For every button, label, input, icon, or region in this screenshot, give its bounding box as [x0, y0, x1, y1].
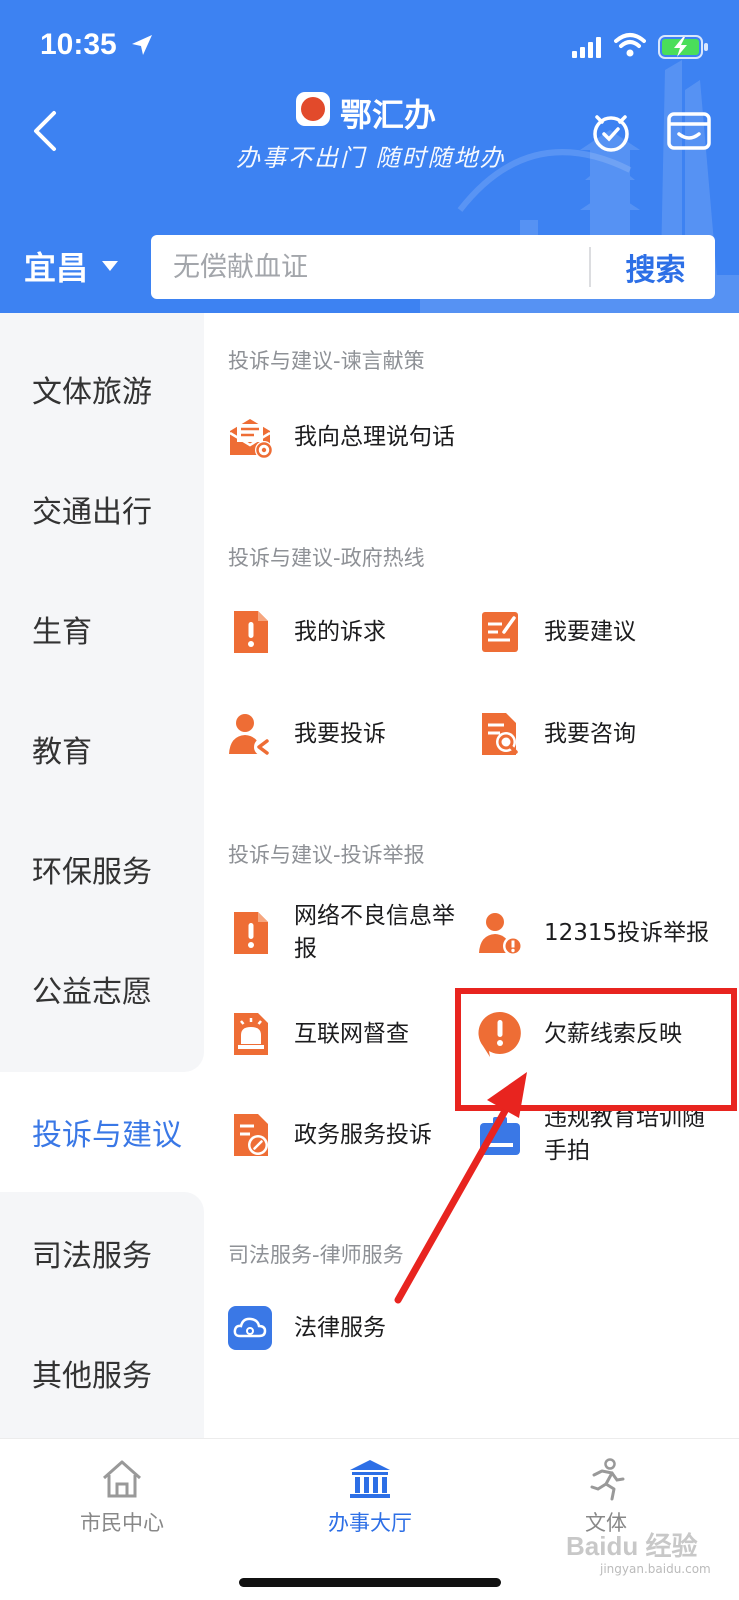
service-label: 我要建议 — [544, 618, 636, 645]
section-title: 投诉与建议-政府热线 — [228, 546, 425, 570]
hall-icon — [350, 1460, 390, 1498]
section-title: 投诉与建议-投诉举报 — [228, 843, 425, 867]
doc-search-icon — [482, 713, 518, 755]
sidebar-item-other[interactable]: 其他服务 — [0, 1312, 204, 1434]
tab-citizen-center[interactable]: 市民中心 — [42, 1457, 202, 1547]
card-wallet-button[interactable] — [666, 110, 712, 152]
battery-charging-icon — [658, 35, 708, 59]
logo-badge-icon — [296, 92, 330, 126]
runner-icon — [590, 1458, 625, 1501]
service-label: 互联网督查 — [294, 1020, 409, 1047]
section-title: 投诉与建议-谏言献策 — [228, 349, 425, 373]
service-label: 我向总理说句话 — [294, 423, 455, 450]
location-arrow-icon — [132, 35, 152, 55]
service-gov-service-complaint[interactable]: 政务服务投诉 — [204, 1095, 454, 1175]
service-label: 12315投诉举报 — [544, 919, 710, 946]
sidebar-item-culture-tourism[interactable]: 文体旅游 — [0, 328, 204, 450]
sidebar-item-volunteer[interactable]: 公益志愿 — [0, 928, 204, 1050]
doc-alarm-icon — [234, 1013, 268, 1055]
sidebar-item-environment[interactable]: 环保服务 — [0, 808, 204, 930]
wifi-icon — [614, 33, 646, 57]
watermark-url: jingyan.baidu.com — [600, 1562, 711, 1576]
service-my-suggestion[interactable]: 我要建议 — [454, 592, 704, 672]
doc-alert-icon — [234, 912, 268, 954]
search-divider — [589, 247, 591, 287]
service-talk-to-premier[interactable]: 我向总理说句话 — [204, 397, 704, 477]
search-bar: 搜索 — [151, 235, 715, 299]
tab-label: 市民中心 — [80, 1511, 164, 1535]
service-label: 政务服务投诉 — [294, 1121, 432, 1148]
person-complaint-icon — [229, 714, 272, 756]
search-button[interactable]: 搜索 — [596, 235, 715, 299]
search-input[interactable] — [173, 247, 563, 287]
app-name: 鄂汇办 — [340, 96, 437, 134]
watermark: Baidu 经验 — [566, 1531, 698, 1561]
status-bar: 10:35 — [0, 0, 739, 90]
service-label: 网络不良信息举报 — [294, 903, 455, 962]
doc-pen-icon — [234, 1114, 268, 1156]
service-bad-info-report[interactable]: 网络不良信息举报 — [204, 893, 455, 973]
home-icon — [103, 1460, 141, 1498]
city-selector[interactable]: 宜昌 — [24, 243, 119, 289]
service-list: 投诉与建议-谏言献策 我向总理说句话 投诉与建议-政府热线 我的诉求 我要建议 … — [204, 313, 739, 1438]
service-12315-report[interactable]: 12315投诉举报 — [454, 893, 709, 973]
section-title: 司法服务-律师服务 — [228, 1243, 404, 1267]
caret-down-icon — [102, 261, 119, 271]
doc-alert-icon — [234, 611, 268, 653]
sidebar-item-transport[interactable]: 交通出行 — [0, 448, 204, 570]
back-button[interactable] — [28, 108, 64, 154]
camera-icon — [480, 1117, 520, 1155]
sidebar-item-judicial[interactable]: 司法服务 — [0, 1192, 204, 1314]
tab-service-hall[interactable]: 办事大厅 — [290, 1457, 450, 1547]
sidebar-item-education[interactable]: 教育 — [0, 688, 204, 810]
service-internet-inspection[interactable]: 互联网督查 — [204, 994, 454, 1074]
highlight-box — [455, 988, 737, 1111]
status-time: 10:35 — [40, 28, 117, 61]
mail-at-icon — [229, 419, 273, 459]
service-my-appeal[interactable]: 我的诉求 — [204, 592, 454, 672]
home-indicator — [239, 1578, 501, 1587]
sidebar-item-childbirth[interactable]: 生育 — [0, 568, 204, 690]
service-label: 我的诉求 — [294, 618, 386, 645]
cellular-signal-icon — [572, 37, 601, 58]
service-legal-services[interactable]: 法律服务 — [204, 1288, 454, 1368]
service-label: 我要投诉 — [294, 720, 386, 747]
person-alert-icon — [479, 913, 523, 956]
service-my-inquiry[interactable]: 我要咨询 — [454, 694, 704, 774]
stopwatch-button[interactable] — [588, 108, 634, 154]
cloud-service-icon — [228, 1306, 272, 1350]
card-wallet-icon — [667, 112, 711, 150]
city-name: 宜昌 — [24, 249, 89, 287]
header: 10:35 鄂汇办 办事不出门 随时随地办 宜昌 无偿献血证 搜索 — [0, 0, 739, 313]
service-label: 法律服务 — [294, 1314, 386, 1341]
tab-label: 办事大厅 — [328, 1511, 412, 1535]
doc-edit-icon — [482, 612, 518, 652]
service-my-complaint[interactable]: 我要投诉 — [204, 694, 454, 774]
app-screen: 10:35 鄂汇办 办事不出门 随时随地办 宜昌 无偿献血证 搜索 文体旅游 交… — [0, 0, 739, 1600]
app-slogan: 办事不出门 随时随地办 — [236, 144, 506, 172]
service-label: 我要咨询 — [544, 720, 636, 747]
stopwatch-icon — [593, 115, 629, 152]
chevron-left-icon — [34, 111, 56, 151]
sidebar-item-complaints[interactable]: 投诉与建议 — [0, 1072, 204, 1192]
sidebar-corner — [184, 1052, 204, 1072]
